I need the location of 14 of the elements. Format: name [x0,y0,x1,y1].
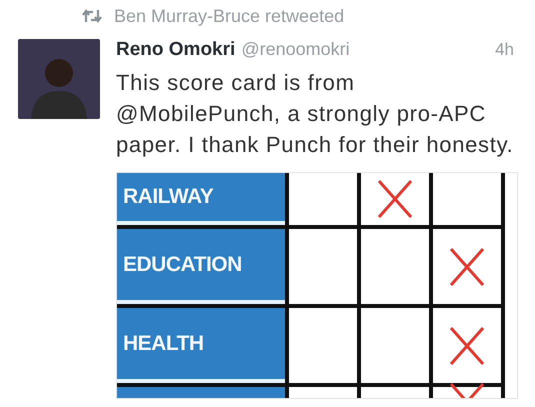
avatar[interactable] [18,39,100,119]
cross-mark-icon [448,324,486,366]
row-label: HEALTH [117,308,285,383]
retweeted-by-text: Ben Murray-Bruce retweeted [114,6,344,26]
cross-mark-icon [376,178,414,220]
author-handle[interactable]: @renoomokri [241,39,350,60]
tweet-text: This score card is from @MobilePunch, a strongly pro-APC paper. I thank Punch for their honesty. [116,69,514,159]
row-label: EDUCATION [117,229,285,304]
retweet-icon [82,9,102,23]
tweet-time: 4h [495,40,515,60]
row-label: RAILWAY [117,173,285,225]
cross-mark-icon [448,246,486,288]
scorecard-image[interactable]: RAILWAY EDUCATION HEALTH [116,172,518,399]
author-name[interactable]: Reno Omokri [116,39,236,61]
